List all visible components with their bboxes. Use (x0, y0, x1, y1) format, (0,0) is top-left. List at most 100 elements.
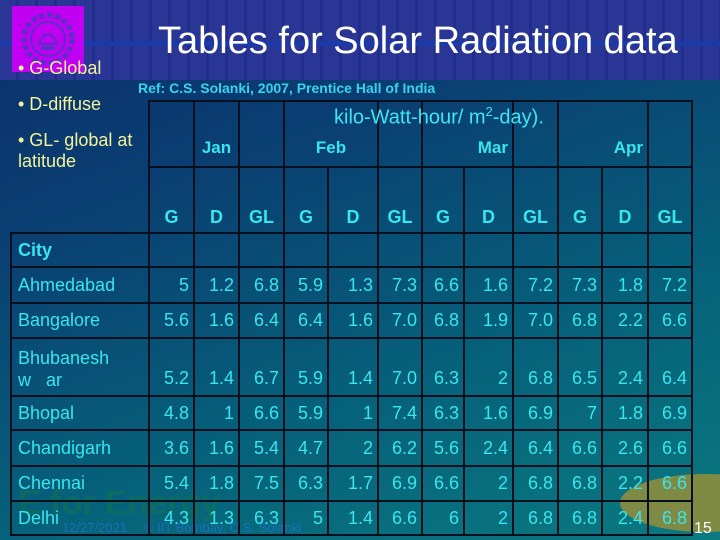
value-cell: 1.7 (327, 465, 379, 502)
value-cell: 5.9 (283, 266, 329, 304)
legend-item-global: • G-Global (18, 58, 102, 78)
subheader-row: G D GL G D GL G D GL G D GL (11, 166, 693, 234)
value-cell: 6.6 (647, 465, 693, 502)
value-cell: 6.6 (421, 266, 465, 304)
value-cell: 6.2 (377, 429, 423, 467)
city-name-cell: Bangalore (10, 302, 150, 339)
value-cell: 6.3 (421, 337, 465, 397)
value-cell: 4.8 (148, 395, 195, 431)
value-cell: 1 (193, 395, 240, 431)
units-label: kilo-Watt-hour/ m2-day). (334, 104, 544, 130)
table-row: Bhopal 4.8 1 6.6 5.9 1 7.4 6.3 1.6 6.9 7 1.8 6.9 (10, 395, 693, 431)
value-cell: 7 (557, 395, 603, 431)
city-name-cell: Bhubaneshw ar (10, 337, 150, 397)
value-cell: 6.7 (238, 337, 285, 397)
subheader-cell: GL (377, 166, 423, 234)
value-cell: 7.4 (377, 395, 423, 431)
city-name-cell: Bhopal (10, 395, 150, 431)
value-cell: 2 (463, 465, 514, 502)
value-cell: 5 (148, 266, 195, 304)
value-cell: 5 (283, 500, 329, 536)
slide-title: Tables for Solar Radiation data (158, 20, 678, 62)
table-row: Bhubaneshw ar 5.2 1.4 6.7 5.9 1.4 7.0 6.3 2 6.8 6.… (10, 337, 693, 397)
value-cell: 7.3 (377, 266, 423, 304)
value-cell: 6.8 (238, 266, 285, 304)
value-cell: 1 (327, 395, 379, 431)
subheader-cell: G (421, 166, 465, 234)
value-cell: 1.6 (463, 266, 514, 304)
value-cell: 1.6 (193, 429, 240, 467)
value-cell: 2.2 (601, 302, 649, 339)
corner-cell (11, 167, 149, 233)
value-cell: 1.6 (193, 302, 240, 339)
month-header-apr: Apr (557, 100, 649, 168)
value-cell: 6.3 (421, 395, 465, 431)
value-cell: 1.3 (193, 500, 240, 536)
value-cell: 2.4 (463, 429, 514, 467)
value-cell: 5.4 (148, 465, 195, 502)
value-cell: 1.4 (193, 337, 240, 397)
value-cell: 1.6 (463, 395, 514, 431)
value-cell: 7.0 (377, 337, 423, 397)
value-cell: 6.6 (377, 500, 423, 536)
subheader-cell: D (327, 166, 379, 234)
table-row: Chennai 5.4 1.8 7.5 6.3 1.7 6.9 6.6 2 6.8 6.8 2.2 6.… (10, 465, 693, 502)
city-column-header: City (10, 232, 150, 268)
value-cell: 1.9 (463, 302, 514, 339)
value-cell: 3.6 (148, 429, 195, 467)
value-cell: 7.0 (512, 302, 559, 339)
value-cell: 1.8 (193, 465, 240, 502)
value-cell: 7.2 (512, 266, 559, 304)
value-cell: 2.4 (601, 337, 649, 397)
value-cell: 1.6 (327, 302, 379, 339)
subheader-cell: D (601, 166, 649, 234)
value-cell: 5.4 (238, 429, 285, 467)
value-cell: 6.8 (421, 302, 465, 339)
value-cell: 7.3 (557, 266, 603, 304)
reference-citation: Ref: C.S. Solanki, 2007, Prentice Hall o… (138, 80, 436, 96)
value-cell: 2 (327, 429, 379, 467)
subheader-cell: GL (512, 166, 559, 234)
subheader-cell: D (193, 166, 240, 234)
solar-radiation-table: Jan Feb Mar Apr G D GL G D GL G D GL G D… (10, 100, 693, 536)
value-cell: 1.4 (327, 337, 379, 397)
subheader-cell: G (557, 166, 603, 234)
value-cell: 2 (463, 337, 514, 397)
table-row: Delhi 4.3 1.3 6.3 5 1.4 6.6 6 2 6.8 6.8 2.4 6.8 (10, 500, 693, 536)
table-body: Ahmedabad 5 1.2 6.8 5.9 1.3 7.3 6.6 1.6 7.2 7.3 1.8… (10, 266, 693, 536)
city-name-cell: Delhi (10, 500, 150, 536)
value-cell: 5.2 (148, 337, 195, 397)
table-row: Bangalore 5.6 1.6 6.4 6.4 1.6 7.0 6.8 1.9 7.0 6.8 2… (10, 302, 693, 339)
subheader-cell: G (283, 166, 329, 234)
value-cell: 7.2 (647, 266, 693, 304)
value-cell: 1.8 (601, 266, 649, 304)
city-name-cell: Chennai (10, 465, 150, 502)
subheader-cell: GL (238, 166, 285, 234)
units-suffix: -day). (492, 106, 544, 129)
value-cell: 2.6 (601, 429, 649, 467)
value-cell: 6.6 (557, 429, 603, 467)
value-cell: 6.8 (647, 500, 693, 536)
value-cell: 6.5 (557, 337, 603, 397)
value-cell: 6.4 (283, 302, 329, 339)
month-header-jan: Jan (193, 100, 240, 168)
value-cell: 6.3 (283, 465, 329, 502)
value-cell: 6.4 (647, 337, 693, 397)
subheader-cell: GL (647, 166, 693, 234)
value-cell: 2.2 (601, 465, 649, 502)
value-cell: 6.9 (377, 465, 423, 502)
city-header-row: City (10, 232, 693, 268)
value-cell: 1.8 (601, 395, 649, 431)
value-cell: 5.9 (283, 395, 329, 431)
month-spacer (647, 100, 693, 168)
value-cell: 6.6 (421, 465, 465, 502)
value-cell: 6.8 (557, 465, 603, 502)
value-cell: 7.5 (238, 465, 285, 502)
page-number: 15 (694, 520, 712, 537)
value-cell: 4.7 (283, 429, 329, 467)
value-cell: 7.0 (377, 302, 423, 339)
city-name-cell: Chandigarh (10, 429, 150, 467)
value-cell: 6.8 (512, 500, 559, 536)
units-superscript: 2 (485, 104, 493, 119)
corner-cell (11, 101, 149, 167)
